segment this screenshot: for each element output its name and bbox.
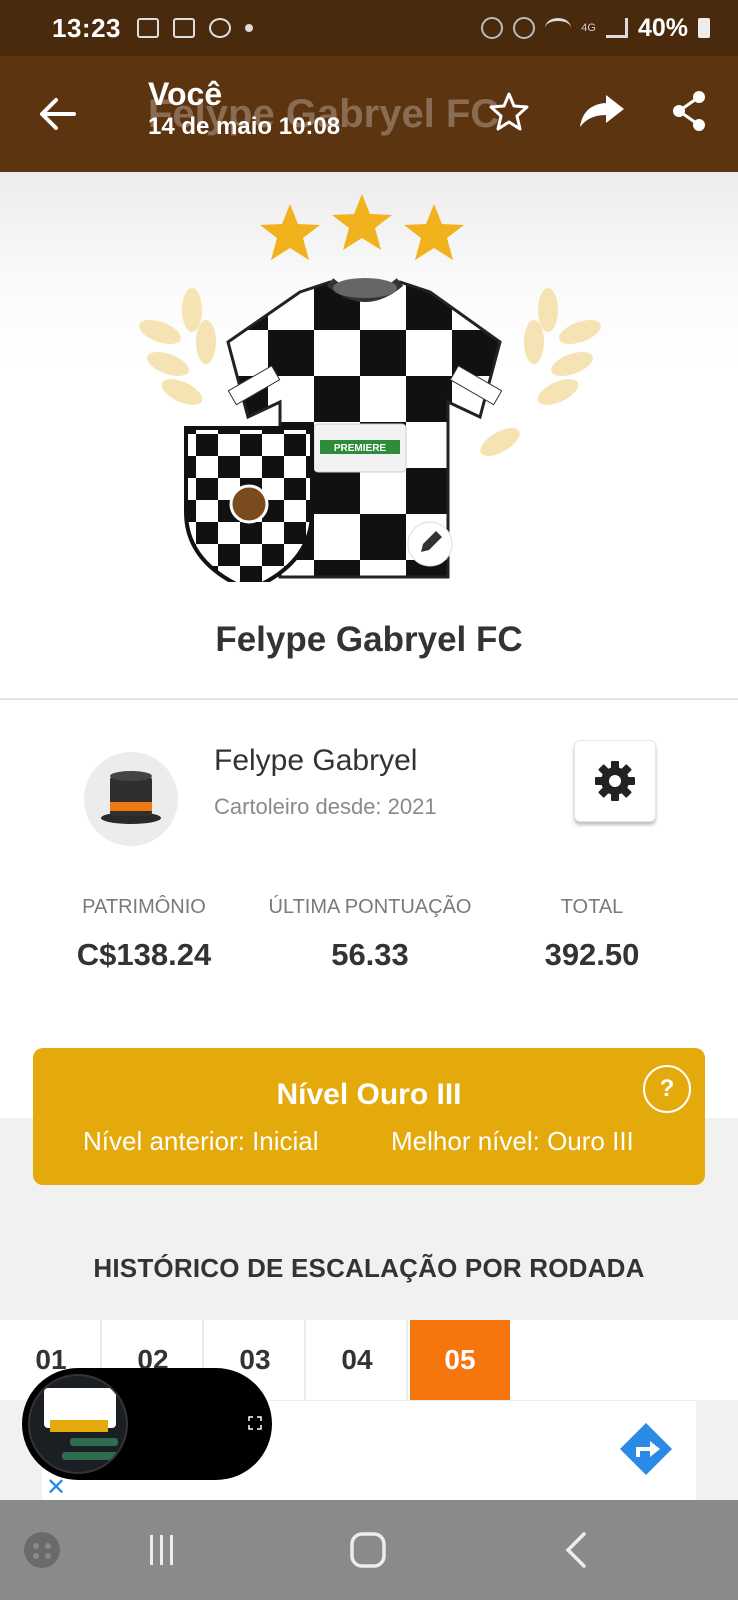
star-icon <box>260 204 320 260</box>
gamepad-icon <box>24 1532 60 1568</box>
round-tab[interactable]: 04 <box>308 1320 408 1400</box>
system-nav-bar <box>0 1500 738 1600</box>
stat-label: TOTAL <box>560 896 624 918</box>
battery-percent: 40% <box>637 13 688 42</box>
app-bar: Felype Gabryel FC Você 14 de maio 10:08 <box>0 56 738 172</box>
team-hero: PREMIERE Felype Gabryel FC <box>0 172 738 698</box>
status-bar: 13:23 4G 40% <box>0 0 738 56</box>
stat-label: PATRIMÔNIO <box>82 896 206 918</box>
gear-icon <box>595 761 635 801</box>
home-icon <box>350 1532 386 1568</box>
star-icon <box>332 194 392 250</box>
level-best: Melhor nível: Ouro III <box>391 1126 634 1156</box>
back-button[interactable] <box>34 90 82 138</box>
wifi-icon <box>545 18 572 38</box>
share-button[interactable] <box>664 86 714 136</box>
floating-window-pill[interactable] <box>22 1368 272 1480</box>
calendar-notification-icon <box>173 18 195 38</box>
favorite-button[interactable] <box>484 86 534 136</box>
more-notifications-icon <box>245 24 253 32</box>
forward-button[interactable] <box>578 86 628 136</box>
user-name: Felype Gabryel <box>214 744 418 777</box>
thumbnail-gold-bar <box>50 1420 108 1432</box>
signal-icon <box>605 18 628 38</box>
thumbnail-message <box>70 1438 118 1446</box>
alarm-clock-icon <box>513 17 536 39</box>
alarm-icon <box>481 17 504 39</box>
stat-value: C$138.24 <box>76 937 212 972</box>
battery-icon <box>698 18 710 38</box>
game-launcher-button[interactable] <box>18 1526 66 1574</box>
help-button[interactable]: ? <box>643 1065 691 1113</box>
settings-button[interactable] <box>574 740 656 822</box>
round-tab-active[interactable]: 05 <box>410 1320 510 1400</box>
recent-apps-icon <box>150 1535 173 1565</box>
edit-badge-button[interactable] <box>407 521 453 567</box>
level-previous: Nível anterior: Inicial <box>83 1126 319 1156</box>
stat-value: 392.50 <box>544 937 640 972</box>
stat-value: 56.33 <box>331 937 409 972</box>
history-title: HISTÓRICO DE ESCALAÇÃO POR RODADA <box>93 1253 645 1283</box>
jersey-sponsor: PREMIERE <box>334 443 387 454</box>
forward-share-icon <box>580 95 624 127</box>
avatar <box>84 752 178 846</box>
rating-stars <box>260 194 464 260</box>
chevron-left-icon <box>565 1532 586 1568</box>
share-icon <box>673 91 705 131</box>
team-shield <box>184 426 314 582</box>
app-bar-subtitle: 14 de maio 10:08 <box>148 113 341 140</box>
back-arrow-icon <box>40 98 76 130</box>
network-type: 4G <box>581 22 596 34</box>
status-notification-icons <box>137 18 253 38</box>
top-hat-icon <box>101 771 161 824</box>
floating-window-thumbnail[interactable] <box>28 1374 128 1474</box>
app-bar-title: Você <box>148 76 223 112</box>
app-bar-titles: Você 14 de maio 10:08 <box>148 76 340 142</box>
level-title: Nível Ouro III <box>276 1078 462 1111</box>
user-since: Cartoleiro desde: 2021 <box>214 794 437 819</box>
directions-arrow-icon[interactable] <box>618 1421 674 1477</box>
team-name: Felype Gabryel FC <box>215 620 523 659</box>
thumbnail-message <box>62 1452 118 1460</box>
chrome-notification-icon <box>209 18 231 38</box>
stat-total: TOTAL 392.50 <box>522 896 662 973</box>
stat-ultima-pontuacao: ÚLTIMA PONTUAÇÃO 56.33 <box>264 896 476 973</box>
system-back-button[interactable] <box>552 1526 600 1574</box>
home-button[interactable] <box>344 1526 392 1574</box>
stat-label: ÚLTIMA PONTUAÇÃO <box>268 896 472 918</box>
star-icon <box>404 204 464 260</box>
gallery-notification-icon <box>137 18 159 38</box>
team-badge-art: PREMIERE <box>139 194 601 582</box>
status-system-icons: 4G 40% <box>481 14 710 43</box>
stat-patrimonio: PATRIMÔNIO C$138.24 <box>62 896 226 973</box>
status-time: 13:23 <box>52 12 121 43</box>
expand-icon[interactable] <box>248 1416 262 1430</box>
level-card: Nível Ouro III Nível anterior: Inicial M… <box>33 1048 705 1185</box>
star-outline-icon <box>489 92 529 131</box>
recent-apps-button[interactable] <box>138 1526 186 1574</box>
